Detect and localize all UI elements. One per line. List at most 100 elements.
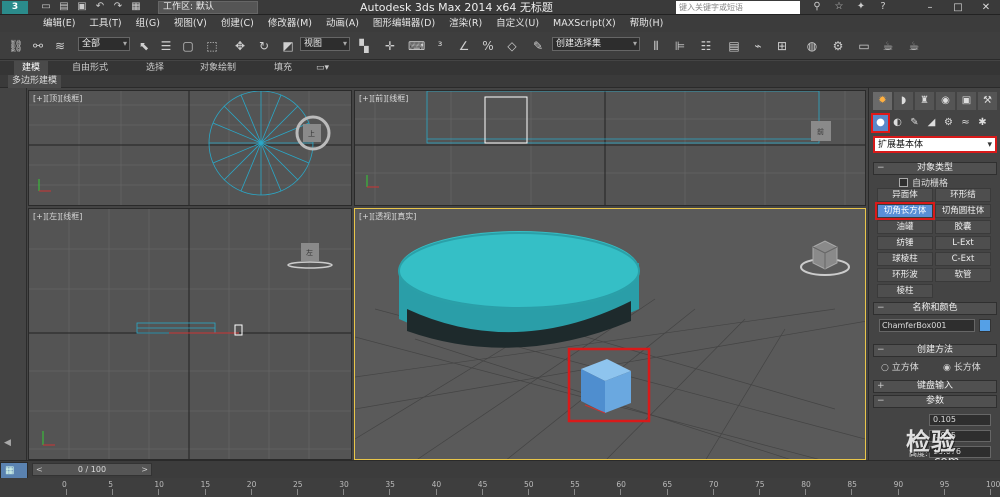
new-file-icon[interactable]: ▭	[40, 1, 52, 13]
viewcube-front-face[interactable]: 前	[817, 127, 824, 136]
star-icon[interactable]: ☆	[832, 0, 846, 14]
menu-tools[interactable]: 工具(T)	[82, 15, 128, 32]
reference-coord-select[interactable]: 视图	[300, 37, 350, 51]
shapes-icon[interactable]: ◐	[890, 115, 905, 131]
method-cube-radio[interactable]: 立方体	[881, 360, 919, 373]
menu-animation[interactable]: 动画(A)	[319, 15, 366, 32]
polygon-modeling-label[interactable]: 多边形建模	[8, 75, 62, 88]
minimize-icon[interactable]: –	[916, 0, 944, 15]
ribbon-tab-freeform[interactable]: 自由形式	[72, 61, 108, 75]
render-frame-icon[interactable]: ▭	[856, 38, 872, 54]
menu-rendering[interactable]: 渲染(R)	[442, 15, 489, 32]
name-color-rollout[interactable]: − 名称和颜色	[873, 302, 997, 315]
motion-tab-icon[interactable]: ◉	[936, 92, 955, 110]
menu-customize[interactable]: 自定义(U)	[489, 15, 546, 32]
ribbon-tab-object-paint[interactable]: 对象绘制	[200, 61, 236, 75]
viewport-front-label[interactable]: [+][前][线框]	[359, 93, 408, 104]
menu-help[interactable]: 帮助(H)	[623, 15, 671, 32]
menu-graph-editors[interactable]: 图形编辑器(D)	[366, 15, 442, 32]
material-editor-icon[interactable]: ◍	[804, 38, 820, 54]
select-by-name-icon[interactable]: ☰	[158, 38, 174, 54]
unlink-icon[interactable]: ⚯	[30, 38, 46, 54]
open-file-icon[interactable]: ▤	[58, 1, 70, 13]
viewcube-perspective[interactable]	[800, 240, 850, 276]
ribbon-tab-populate[interactable]: 填充	[274, 61, 292, 75]
helpers-icon[interactable]: ⚙	[941, 115, 956, 131]
move-icon[interactable]: ✥	[232, 38, 248, 54]
mirror-icon[interactable]: ⫴	[648, 38, 664, 54]
viewcube-left-face[interactable]: 左	[306, 248, 313, 257]
primitive-category-select[interactable]: 扩展基本体	[873, 136, 997, 153]
prism-button[interactable]: 棱柱	[877, 284, 933, 298]
menu-edit[interactable]: 编辑(E)	[36, 15, 82, 32]
expand-arrow-icon[interactable]: ◀	[4, 438, 11, 448]
display-tab-icon[interactable]: ▣	[957, 92, 976, 110]
time-slider[interactable]: 0 / 100	[32, 463, 152, 476]
gengon-button[interactable]: 球棱柱	[877, 252, 933, 266]
search-input[interactable]: 键入关键字或短语	[676, 1, 800, 14]
object-color-swatch[interactable]	[979, 319, 991, 332]
render-setup-icon[interactable]: ⚙	[830, 38, 846, 54]
l-ext-button[interactable]: L-Ext	[935, 236, 991, 250]
workspace-select[interactable]: 工作区: 默认	[158, 1, 258, 14]
viewport-layout-icon[interactable]: ▦	[5, 465, 14, 476]
select-object-icon[interactable]: ⬉	[136, 38, 152, 54]
spindle-button[interactable]: 纺锤	[877, 236, 933, 250]
named-selection-select[interactable]: 创建选择集	[552, 37, 640, 51]
object-type-rollout[interactable]: − 对象类型	[873, 162, 997, 175]
app-logo-icon[interactable]: 3	[2, 1, 28, 14]
hose-button[interactable]: 软管	[935, 268, 991, 282]
systems-icon[interactable]: ✱	[975, 115, 990, 131]
utilities-tab-icon[interactable]: ⚒	[978, 92, 997, 110]
menu-views[interactable]: 视图(V)	[167, 15, 214, 32]
parameters-rollout[interactable]: − 参数	[873, 395, 997, 408]
render-production-icon[interactable]: ☕	[906, 38, 922, 54]
close-icon[interactable]: ✕	[972, 0, 1000, 15]
link-icon[interactable]: ⛓	[8, 38, 24, 54]
chamfer-box-button[interactable]: 切角长方体	[875, 202, 935, 220]
viewport-perspective-label[interactable]: [+][透视][真实]	[359, 211, 416, 222]
ringwave-button[interactable]: 环形波	[877, 268, 933, 282]
named-selection-edit-icon[interactable]: ✎	[530, 38, 546, 54]
help-icon[interactable]: ?	[876, 0, 890, 14]
viewport-left[interactable]: [+][左][线框] 左	[28, 208, 352, 460]
graphite-toggle-icon[interactable]: ▤	[726, 38, 742, 54]
torus-knot-button[interactable]: 环形结	[935, 188, 991, 202]
save-icon[interactable]: ▣	[76, 1, 88, 13]
spacewarps-icon[interactable]: ≈	[958, 115, 973, 131]
redo-icon[interactable]: ↷	[112, 1, 124, 13]
menu-create[interactable]: 创建(C)	[214, 15, 261, 32]
geometry-icon[interactable]: ●	[871, 113, 890, 133]
viewcube-top-face[interactable]: 上	[308, 129, 315, 138]
capsule-button[interactable]: 胶囊	[935, 220, 991, 234]
cameras-icon[interactable]: ◢	[924, 115, 939, 131]
maximize-icon[interactable]: □	[944, 0, 972, 15]
snap-toggle-icon[interactable]: ³	[432, 38, 448, 54]
align-icon[interactable]: ⊫	[672, 38, 688, 54]
window-crossing-icon[interactable]: ⬚	[204, 38, 220, 54]
ribbon-options-icon[interactable]: ▭▾	[316, 61, 329, 75]
rect-selection-icon[interactable]: ▢	[180, 38, 196, 54]
chamfer-cyl-button[interactable]: 切角圆柱体	[935, 204, 991, 218]
selection-filter-select[interactable]: 全部	[78, 37, 130, 51]
ribbon-tab-modeling[interactable]: 建模	[14, 61, 49, 75]
percent-snap-icon[interactable]: %	[480, 38, 496, 54]
menu-modifiers[interactable]: 修改器(M)	[261, 15, 319, 32]
undo-icon[interactable]: ↶	[94, 1, 106, 13]
layer-manager-icon[interactable]: ☷	[698, 38, 714, 54]
ribbon-tab-selection[interactable]: 选择	[146, 61, 164, 75]
timeline-ruler[interactable]: 0 5 10 15 20 25 30 35 40 45 50 55 60 65 70 75 80 85 90 95 10…	[0, 478, 1000, 497]
modify-tab-icon[interactable]: ◗	[894, 92, 913, 110]
angle-snap-icon[interactable]: ∠	[456, 38, 472, 54]
creation-method-rollout[interactable]: − 创建方法	[873, 344, 997, 357]
oil-tank-button[interactable]: 油罐	[877, 220, 933, 234]
viewport-left-label[interactable]: [+][左][线框]	[33, 211, 82, 222]
create-tab-icon[interactable]: ✹	[873, 92, 892, 110]
keyboard-entry-rollout[interactable]: + 键盘输入	[873, 380, 997, 393]
c-ext-button[interactable]: C-Ext	[935, 252, 991, 266]
project-icon[interactable]: ▦	[130, 1, 142, 13]
community-icon[interactable]: ✦	[854, 0, 868, 14]
method-box-radio[interactable]: 长方体	[943, 360, 981, 373]
viewport-front[interactable]: [+][前][线框] 前	[354, 90, 866, 206]
viewport-top-label[interactable]: [+][顶][线框]	[33, 93, 82, 104]
